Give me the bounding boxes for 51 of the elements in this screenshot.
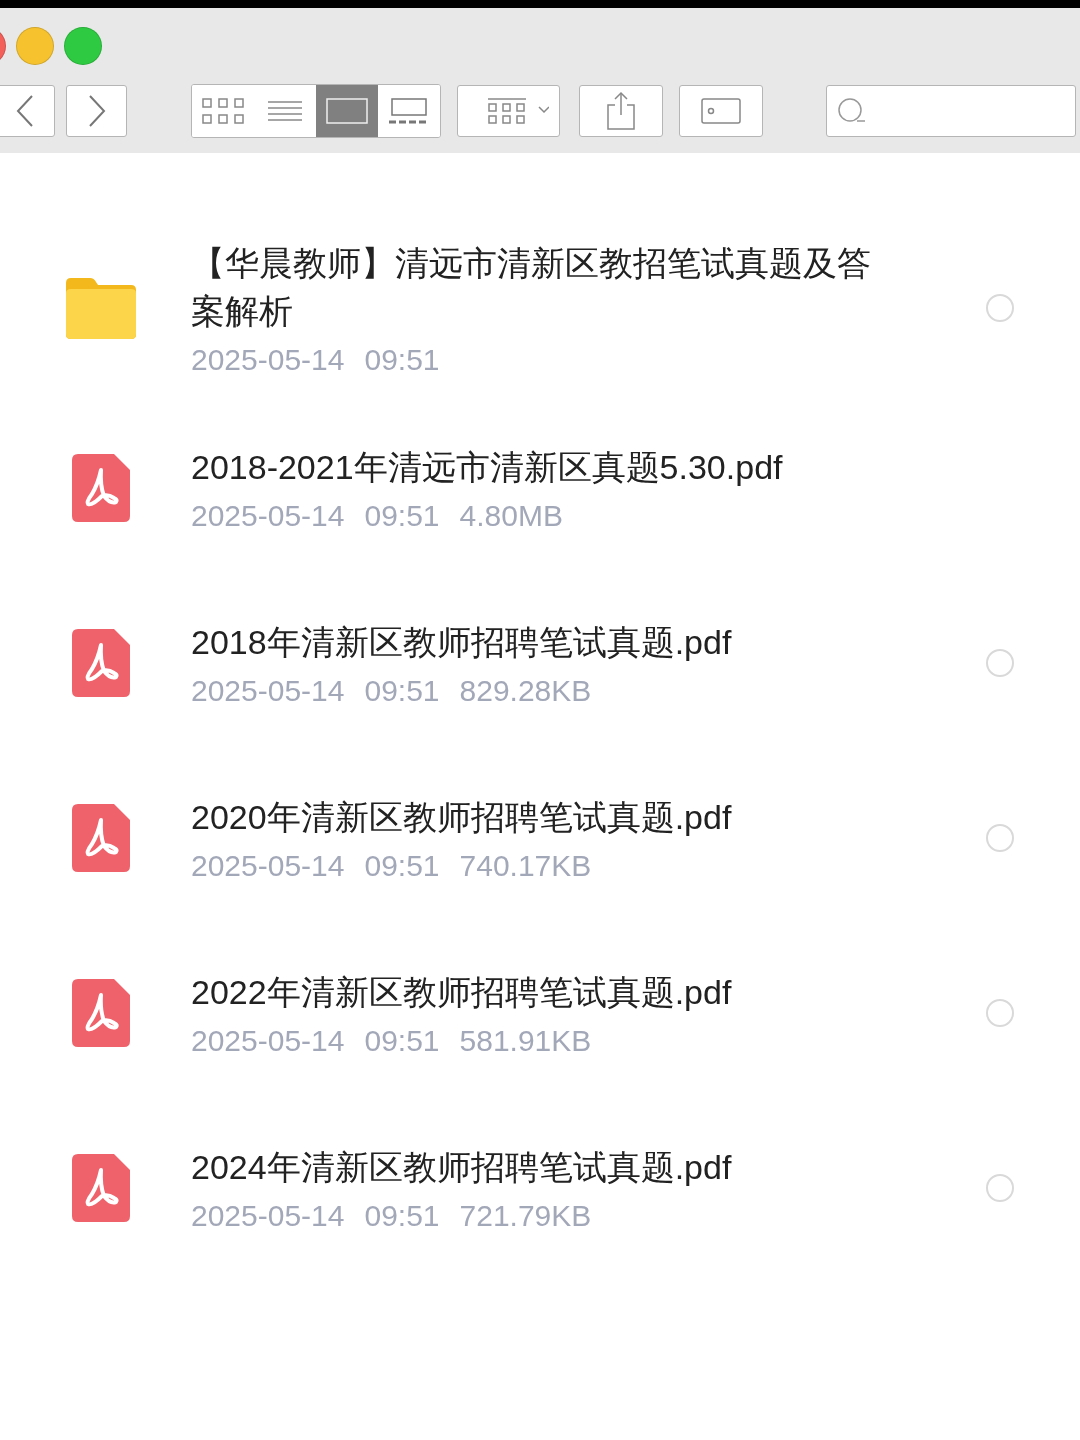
gallery-icon (389, 98, 429, 124)
file-size: 740.17KB (459, 848, 592, 883)
file-name: 2018年清新区教师招聘笔试真题.pdf (191, 621, 733, 663)
modified-date: 2025-05-14 (191, 342, 345, 377)
modified-time: 09:51 (364, 848, 440, 883)
modified-time: 09:51 (364, 1023, 440, 1058)
grid-icon (201, 97, 245, 125)
arrange-button[interactable] (457, 85, 560, 137)
modified-date: 2025-05-14 (191, 1023, 345, 1058)
back-button[interactable] (0, 85, 55, 137)
file-name: 2022年清新区教师招聘笔试真题.pdf (191, 971, 733, 1013)
pdf-file-icon (72, 1153, 130, 1222)
minimize-window-button[interactable] (16, 27, 54, 65)
pdf-file-icon (72, 628, 130, 697)
modified-date: 2025-05-14 (191, 848, 345, 883)
select-radio[interactable] (985, 1173, 1014, 1202)
chevron-left-icon (14, 94, 35, 128)
file-name: 2020年清新区教师招聘笔试真题.pdf (191, 796, 733, 838)
maximize-window-button[interactable] (64, 27, 102, 65)
modified-date: 2025-05-14 (191, 1198, 345, 1233)
modified-time: 09:51 (364, 498, 440, 533)
pdf-file-icon (72, 453, 130, 522)
modified-time: 09:51 (364, 673, 440, 708)
tag-button[interactable] (679, 85, 763, 137)
modified-date: 2025-05-14 (191, 673, 345, 708)
list-icon (268, 99, 302, 123)
file-size: 721.79KB (459, 1198, 592, 1233)
rectangle-icon (326, 98, 368, 124)
file-size: 581.91KB (459, 1023, 592, 1058)
file-name: 【华晨教师】清远市清新区教招笔试真题及答案解析 (191, 242, 872, 332)
search-field[interactable] (826, 85, 1076, 137)
modified-time: 09:51 (364, 1198, 440, 1233)
select-radio[interactable] (985, 293, 1014, 322)
columns-view-button[interactable] (316, 85, 378, 137)
forward-button[interactable] (66, 85, 127, 137)
select-radio[interactable] (985, 998, 1014, 1027)
file-name: 2024年清新区教师招聘笔试真题.pdf (191, 1146, 733, 1188)
share-button[interactable] (579, 85, 663, 137)
file-name: 2018-2021年清远市清新区真题5.30.pdf (191, 446, 784, 488)
chevron-right-icon (86, 94, 107, 128)
search-icon (837, 97, 867, 125)
pdf-file-icon (72, 978, 130, 1047)
tag-icon (700, 97, 742, 125)
file-size: 4.80MB (459, 498, 563, 533)
select-radio[interactable] (985, 648, 1014, 677)
modified-date: 2025-05-14 (191, 498, 345, 533)
modified-time: 09:51 (364, 342, 440, 377)
share-icon (606, 91, 636, 131)
select-radio[interactable] (985, 823, 1014, 852)
file-size: 829.28KB (459, 673, 592, 708)
pdf-file-icon (72, 803, 130, 872)
